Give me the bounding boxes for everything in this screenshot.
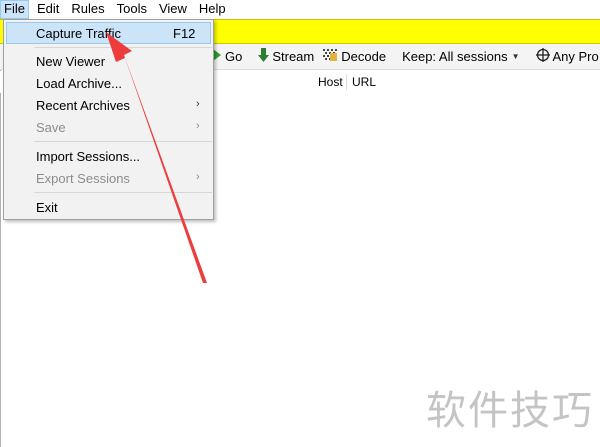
menu-file[interactable]: File — [0, 0, 29, 19]
menu-item-new-viewer[interactable]: New Viewer — [6, 50, 211, 72]
column-host[interactable]: Host — [318, 75, 343, 89]
menu-divider — [34, 47, 212, 48]
menu-view[interactable]: View — [155, 0, 191, 19]
menu-item-label: New Viewer — [36, 54, 106, 69]
go-label: Go — [225, 49, 243, 64]
menu-divider — [34, 192, 212, 193]
menu-item-export-sessions: Export Sessions › — [6, 167, 211, 189]
submenu-arrow-icon: › — [196, 98, 200, 110]
crosshair-icon — [535, 48, 550, 65]
menu-item-exit[interactable]: Exit — [6, 196, 211, 218]
column-divider[interactable] — [346, 74, 347, 90]
menu-tools[interactable]: Tools — [113, 0, 151, 19]
column-url[interactable]: URL — [352, 75, 376, 89]
decode-button[interactable]: Decode — [318, 46, 390, 68]
menu-item-label: Recent Archives — [36, 98, 130, 113]
menu-item-recent-archives[interactable]: Recent Archives › — [6, 94, 211, 116]
menu-item-label: Save — [36, 120, 66, 135]
menu-item-label: Capture Traffic — [36, 26, 122, 41]
decode-label: Decode — [341, 49, 387, 64]
decode-icon — [322, 48, 339, 65]
menu-rules[interactable]: Rules — [67, 0, 108, 19]
stream-label: Stream — [272, 49, 315, 64]
menu-item-shortcut: F12 — [173, 26, 196, 41]
menu-item-save: Save › — [6, 116, 211, 138]
menu-item-load-archive[interactable]: Load Archive... — [6, 72, 211, 94]
menu-item-label: Load Archive... — [36, 76, 122, 91]
down-arrow-icon — [258, 48, 270, 65]
keep-label: Keep: All sessions — [402, 49, 508, 64]
menu-divider — [34, 141, 212, 142]
process-label: Any Pro — [552, 49, 599, 64]
file-menu-dropdown: Capture Traffic F12 New Viewer Load Arch… — [3, 19, 214, 220]
dropdown-caret-icon: ▼ — [511, 52, 520, 61]
menu-item-capture-traffic[interactable]: Capture Traffic F12 — [6, 22, 211, 44]
watermark: 软件技巧 — [426, 388, 594, 434]
menu-item-label: Import Sessions... — [36, 149, 141, 164]
process-filter-button[interactable]: Any Pro — [532, 46, 600, 68]
menu-item-import-sessions[interactable]: Import Sessions... — [6, 145, 211, 167]
menu-edit[interactable]: Edit — [33, 0, 63, 19]
session-list-border — [0, 70, 1, 447]
menu-help[interactable]: Help — [195, 0, 230, 19]
menu-bar: File Edit Rules Tools View Help — [0, 0, 600, 19]
submenu-arrow-icon: › — [196, 120, 200, 132]
stream-button[interactable]: Stream — [254, 46, 318, 68]
menu-item-label: Exit — [36, 200, 58, 215]
menu-item-label: Export Sessions — [36, 171, 130, 186]
keep-sessions-dropdown[interactable]: Keep: All sessions ▼ — [398, 46, 523, 68]
submenu-arrow-icon: › — [196, 171, 200, 183]
